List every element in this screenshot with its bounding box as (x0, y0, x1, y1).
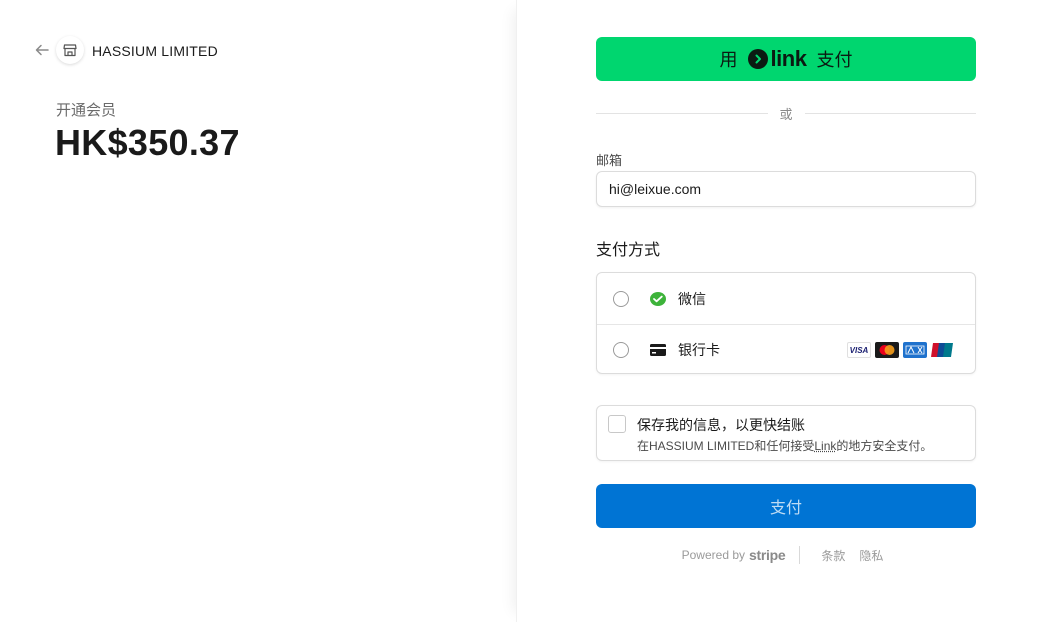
footer-separator (799, 546, 801, 564)
save-info-title: 保存我的信息，以更快结账 (637, 417, 805, 433)
email-field[interactable] (596, 171, 976, 207)
card-brand-logos: VISA (847, 342, 955, 358)
link-arrow-icon (747, 49, 768, 69)
payment-method-wechat[interactable]: 微信 (597, 273, 975, 324)
pay-with-link-button[interactable]: 用 link 支付 (596, 37, 976, 81)
save-info-desc-prefix: 在HASSIUM LIMITED和任何接受 (637, 439, 815, 453)
link-button-suffix: 支付 (816, 50, 853, 70)
stripe-logo: stripe (749, 547, 786, 563)
link-brand-word: link (770, 46, 807, 71)
pay-button[interactable]: 支付 (596, 484, 976, 528)
save-info-desc-suffix: 的地方安全支付。 (836, 439, 933, 453)
link-info-link[interactable]: Link (814, 439, 836, 453)
or-line-right (804, 112, 977, 114)
card-icon (649, 341, 667, 359)
save-info-box: 保存我的信息，以更快结账 在HASSIUM LIMITED和任何接受Link的地… (596, 405, 976, 461)
amex-icon (903, 342, 927, 358)
wechat-radio[interactable] (613, 290, 629, 307)
svg-text:VISA: VISA (850, 346, 869, 355)
pane-divider (516, 0, 517, 622)
unionpay-icon (931, 342, 955, 358)
mastercard-icon (875, 342, 899, 358)
email-label: 邮箱 (596, 153, 623, 168)
wechat-label: 微信 (678, 290, 706, 307)
merchant-store-icon (56, 36, 84, 64)
save-info-description: 在HASSIUM LIMITED和任何接受Link的地方安全支付。 (637, 437, 932, 454)
payment-method-list: 微信 银行卡 VISA (596, 272, 976, 374)
or-text: 或 (779, 106, 793, 122)
visa-icon: VISA (847, 342, 871, 358)
card-radio[interactable] (613, 341, 629, 358)
back-arrow-icon[interactable] (34, 42, 50, 58)
privacy-link[interactable]: 隐私 (859, 547, 883, 564)
or-line-left (596, 112, 768, 114)
wechat-icon (649, 290, 667, 308)
merchant-name: HASSIUM LIMITED (92, 43, 218, 59)
order-summary-pane (0, 0, 516, 622)
powered-by-stripe[interactable]: Powered by stripe (682, 547, 786, 563)
terms-link[interactable]: 条款 (821, 547, 845, 564)
link-logo: link (747, 46, 807, 72)
card-label: 银行卡 (678, 341, 720, 358)
order-price: HK$350.37 (55, 122, 240, 163)
or-divider: 或 (596, 104, 977, 122)
link-button-prefix: 用 (719, 50, 738, 70)
footer: Powered by stripe 条款 隐私 (596, 545, 976, 565)
powered-by-text: Powered by (681, 548, 745, 562)
product-name: 开通会员 (56, 102, 117, 119)
save-info-checkbox[interactable] (608, 415, 626, 433)
payment-method-card[interactable]: 银行卡 VISA (597, 324, 975, 373)
payment-method-heading: 支付方式 (596, 242, 661, 259)
